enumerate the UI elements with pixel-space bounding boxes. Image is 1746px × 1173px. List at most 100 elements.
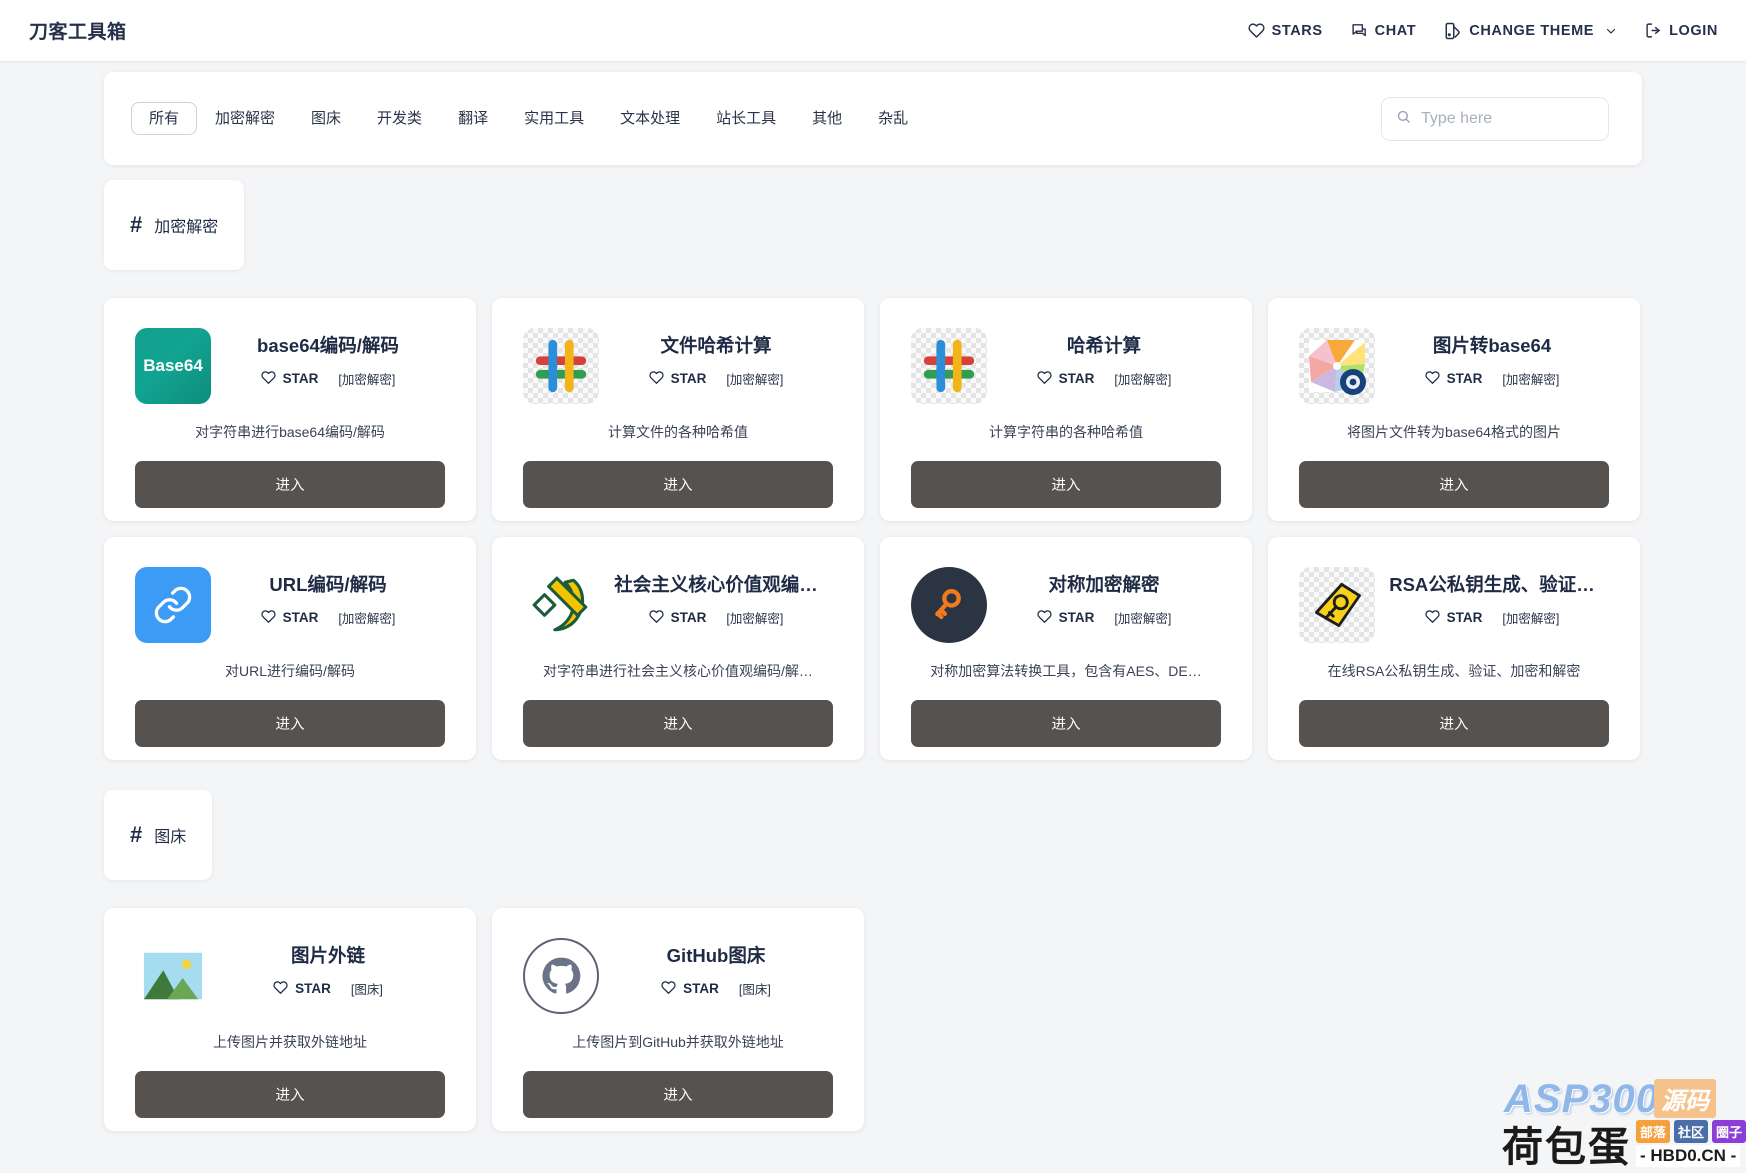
nav-stars[interactable]: STARS	[1247, 22, 1323, 39]
tool-card[interactable]: GitHub图床 STAR [图床] 上传图片到GitHub并获取外链地址 进入	[492, 908, 864, 1131]
search-input[interactable]	[1419, 108, 1594, 129]
category-tab[interactable]: 站长工具	[698, 102, 794, 135]
nav-login[interactable]: LOGIN	[1645, 22, 1718, 39]
enter-button[interactable]: 进入	[523, 1071, 833, 1118]
card-title: 社会主义核心价值观编…	[614, 574, 818, 595]
enter-button[interactable]: 进入	[523, 461, 833, 508]
card-top: Base64 base64编码/解码 STAR [加密解密]	[135, 328, 445, 404]
category-tab[interactable]: 杂乱	[860, 102, 926, 135]
category-tab[interactable]: 所有	[131, 102, 198, 135]
card-description: 上传图片到GitHub并获取外链地址	[572, 1034, 784, 1050]
card-category[interactable]: [加密解密]	[1502, 608, 1559, 627]
top-header: 刀客工具箱 STARS CHAT CHANGE THEME LOGIN	[0, 0, 1746, 61]
card-meta: STAR [加密解密]	[1425, 608, 1559, 627]
enter-button[interactable]: 进入	[135, 461, 445, 508]
star-button[interactable]: STAR	[661, 980, 719, 998]
card-category[interactable]: [加密解密]	[1114, 608, 1171, 627]
watermark-tag: 圈子	[1712, 1120, 1746, 1143]
nav-chat-label: CHAT	[1374, 22, 1417, 39]
star-button[interactable]: STAR	[1425, 609, 1482, 627]
enter-button[interactable]: 进入	[523, 700, 833, 747]
card-top: URL编码/解码 STAR [加密解密]	[135, 567, 445, 643]
card-top: 对称加密解密 STAR [加密解密]	[911, 567, 1221, 643]
card-headings: 对称加密解密 STAR [加密解密]	[987, 567, 1221, 627]
enter-button[interactable]: 进入	[911, 461, 1221, 508]
nav-chat[interactable]: CHAT	[1351, 22, 1417, 39]
star-label: STAR	[295, 981, 331, 996]
search-box[interactable]	[1381, 96, 1609, 141]
card-headings: 社会主义核心价值观编… STAR [加密解密]	[599, 567, 833, 627]
card-top: 图片转base64 STAR [加密解密]	[1299, 328, 1609, 404]
card-title: RSA公私钥生成、验证…	[1389, 574, 1595, 595]
card-category[interactable]: [加密解密]	[338, 369, 395, 388]
star-button[interactable]: STAR	[273, 980, 331, 998]
category-tab[interactable]: 其他	[794, 102, 860, 135]
card-category[interactable]: [图床]	[351, 979, 383, 998]
card-meta: STAR [加密解密]	[1037, 369, 1171, 388]
hash-icon: #	[130, 212, 143, 237]
card-headings: GitHub图床 STAR [图床]	[599, 938, 833, 998]
star-button[interactable]: STAR	[1425, 370, 1483, 388]
tool-card[interactable]: URL编码/解码 STAR [加密解密] 对URL进行编码/解码 进入	[104, 537, 476, 760]
search-icon	[1396, 109, 1411, 129]
card-category[interactable]: [加密解密]	[1502, 369, 1559, 388]
star-button[interactable]: STAR	[649, 370, 706, 388]
star-button[interactable]: STAR	[649, 609, 706, 627]
card-meta: STAR [加密解密]	[1037, 608, 1171, 627]
star-button[interactable]: STAR	[261, 370, 318, 388]
star-label: STAR	[683, 981, 719, 996]
category-tabs: 所有 加密解密 图床 开发类 翻译 实用工具 文本处理 站长工具 其他 杂乱	[131, 102, 926, 135]
card-meta: STAR [图床]	[661, 979, 771, 998]
github-icon	[523, 938, 599, 1014]
tool-card[interactable]: 文件哈希计算 STAR [加密解密] 计算文件的各种哈希值 进入	[492, 298, 864, 521]
heart-icon	[649, 609, 664, 627]
category-tab[interactable]: 开发类	[359, 102, 440, 135]
star-button[interactable]: STAR	[1037, 609, 1094, 627]
category-tab[interactable]: 翻译	[440, 102, 506, 135]
card-headings: 哈希计算 STAR [加密解密]	[987, 328, 1221, 388]
enter-button[interactable]: 进入	[1299, 700, 1609, 747]
card-description: 对字符串进行base64编码/解码	[195, 424, 385, 440]
enter-button[interactable]: 进入	[1299, 461, 1609, 508]
enter-button[interactable]: 进入	[911, 700, 1221, 747]
category-tab[interactable]: 文本处理	[602, 102, 698, 135]
card-meta: STAR [加密解密]	[261, 369, 395, 388]
enter-button[interactable]: 进入	[135, 700, 445, 747]
site-brand[interactable]: 刀客工具箱	[29, 17, 127, 44]
hash-color-icon	[911, 328, 987, 404]
key-circle-icon	[911, 567, 987, 643]
heart-icon	[261, 370, 276, 388]
card-top: 文件哈希计算 STAR [加密解密]	[523, 328, 833, 404]
tool-card[interactable]: 对称加密解密 STAR [加密解密] 对称加密算法转换工具，包含有AES、DE… 进入	[880, 537, 1252, 760]
watermark-source: 源码	[1654, 1079, 1716, 1118]
hash-icon: #	[130, 822, 143, 847]
card-category[interactable]: [图床]	[739, 979, 771, 998]
theme-palette-icon	[1444, 22, 1462, 40]
tool-card[interactable]: 图片外链 STAR [图床] 上传图片并获取外链地址 进入	[104, 908, 476, 1131]
category-tab[interactable]: 图床	[293, 102, 359, 135]
star-button[interactable]: STAR	[1037, 370, 1094, 388]
tool-card[interactable]: 哈希计算 STAR [加密解密] 计算字符串的各种哈希值 进入	[880, 298, 1252, 521]
key-tag-icon	[1299, 567, 1375, 643]
tool-card[interactable]: Base64 base64编码/解码 STAR [加密解密] 对字符串进行base64编…	[104, 298, 476, 521]
card-headings: 图片转base64 STAR [加密解密]	[1375, 328, 1609, 388]
heart-icon	[1247, 22, 1265, 39]
nav-stars-label: STARS	[1271, 22, 1323, 39]
nav-change-theme-label: CHANGE THEME	[1469, 22, 1595, 39]
tool-card[interactable]: 图片转base64 STAR [加密解密] 将图片文件转为base64格式的图片 进入	[1268, 298, 1640, 521]
nav-change-theme[interactable]: CHANGE THEME	[1444, 22, 1617, 40]
card-category[interactable]: [加密解密]	[1114, 369, 1171, 388]
card-category[interactable]: [加密解密]	[726, 369, 783, 388]
tool-card[interactable]: RSA公私钥生成、验证… STAR [加密解密] 在线RSA公私钥生成、验证、加密和解…	[1268, 537, 1640, 760]
enter-button[interactable]: 进入	[135, 1071, 445, 1118]
category-tab[interactable]: 加密解密	[197, 102, 293, 135]
card-category[interactable]: [加密解密]	[726, 608, 783, 627]
tool-card[interactable]: 社会主义核心价值观编… STAR [加密解密] 对字符串进行社会主义核心价值观编码/解…	[492, 537, 864, 760]
category-tab[interactable]: 实用工具	[506, 102, 602, 135]
card-category[interactable]: [加密解密]	[338, 608, 395, 627]
star-label: STAR	[1446, 371, 1483, 386]
star-button[interactable]: STAR	[261, 609, 318, 627]
heart-icon	[273, 980, 288, 998]
watermark-domain: - HBD0.CN -	[1636, 1145, 1741, 1167]
card-headings: base64编码/解码 STAR [加密解密]	[211, 328, 445, 388]
